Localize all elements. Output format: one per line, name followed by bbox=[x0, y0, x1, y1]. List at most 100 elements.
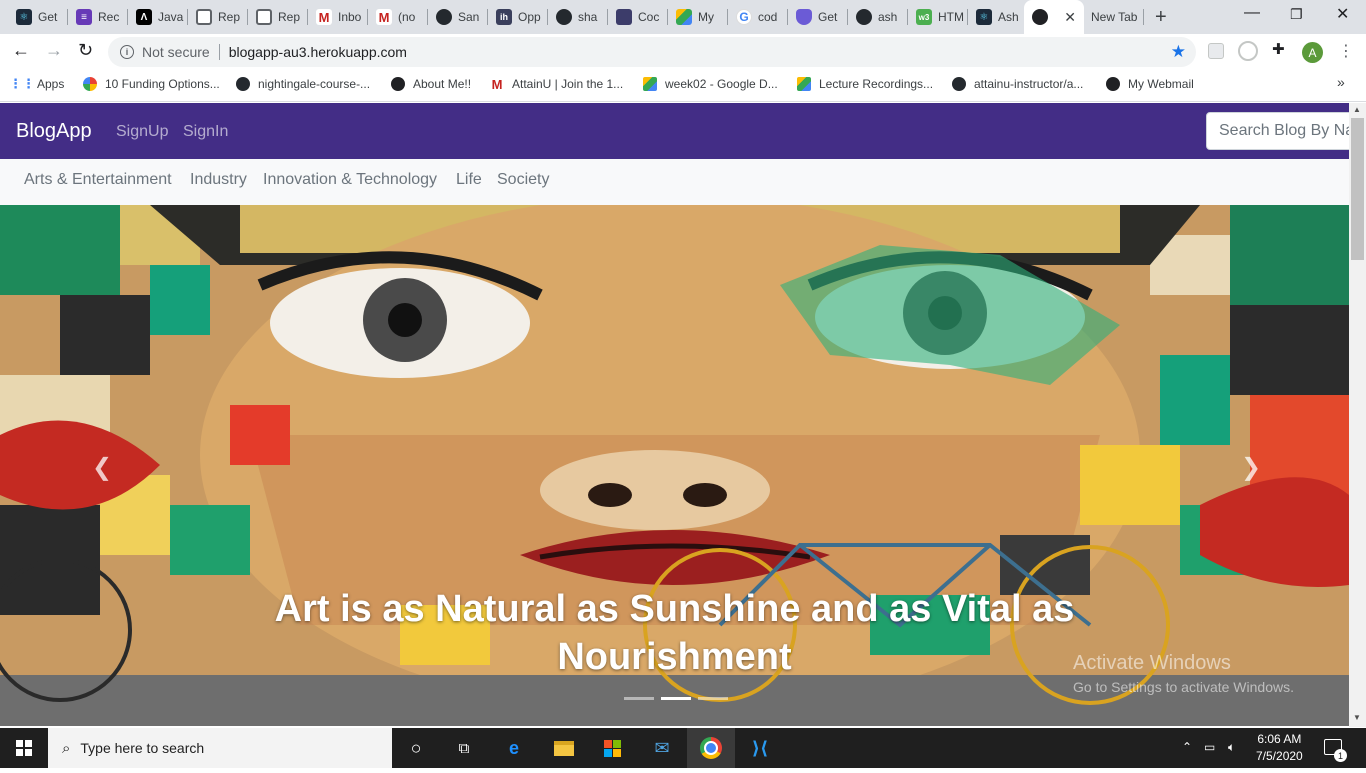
coc-icon bbox=[616, 9, 632, 25]
store-icon[interactable] bbox=[588, 728, 636, 768]
minimize-button[interactable]: — bbox=[1244, 4, 1260, 22]
chevron-up-icon[interactable]: ⌃ bbox=[1182, 740, 1192, 754]
browser-tab[interactable]: ≡ Rec bbox=[68, 0, 128, 34]
mail-icon[interactable]: ✉ bbox=[638, 728, 686, 768]
bookmark-item[interactable]: My Webmail bbox=[1106, 77, 1194, 91]
bookmark-item[interactable]: nightingale-course-... bbox=[236, 77, 370, 91]
browser-tab[interactable]: Coc bbox=[608, 0, 668, 34]
puzzle-icon[interactable]: ✚ bbox=[1272, 40, 1288, 58]
task-view-icon[interactable]: ⧉ bbox=[440, 728, 488, 768]
taskbar-search[interactable]: ⌕ Type here to search bbox=[48, 728, 392, 768]
drive-icon bbox=[643, 77, 657, 91]
edge-icon[interactable]: e bbox=[490, 728, 538, 768]
browser-tab[interactable]: My bbox=[668, 0, 728, 34]
cortana-icon[interactable]: ○ bbox=[392, 728, 440, 768]
chrome-icon[interactable] bbox=[687, 728, 735, 768]
browser-tab-active[interactable]: ✕ bbox=[1024, 0, 1084, 34]
html-icon: w3 bbox=[916, 9, 932, 25]
browser-tab[interactable]: Rep bbox=[188, 0, 248, 34]
category-society[interactable]: Society bbox=[497, 171, 549, 189]
category-life[interactable]: Life bbox=[456, 171, 482, 189]
category-arts[interactable]: Arts & Entertainment bbox=[24, 171, 172, 189]
back-button[interactable]: ← bbox=[12, 40, 30, 61]
network-icon[interactable]: ▭ bbox=[1204, 740, 1215, 754]
bookmark-apps[interactable]: ⋮⋮ Apps bbox=[9, 76, 64, 91]
file-explorer-icon[interactable] bbox=[540, 728, 588, 768]
tab-label: Get bbox=[38, 10, 58, 24]
carousel-indicator[interactable] bbox=[624, 697, 654, 700]
signup-link[interactable]: SignUp bbox=[116, 123, 168, 141]
start-button[interactable] bbox=[0, 728, 48, 768]
carousel-indicator[interactable] bbox=[698, 697, 728, 700]
browser-tab[interactable]: New Tab bbox=[1084, 0, 1144, 34]
browser-tab[interactable]: ih Opp bbox=[488, 0, 548, 34]
close-tab-icon[interactable]: ✕ bbox=[1064, 9, 1076, 26]
volume-icon[interactable]: 🔈︎ bbox=[1228, 740, 1235, 755]
bookmark-item[interactable]: attainu-instructor/a... bbox=[952, 77, 1083, 91]
gmail-icon: M bbox=[316, 9, 332, 25]
reload-button[interactable]: ↻ bbox=[78, 40, 93, 61]
address-bar[interactable]: i Not secure blogapp-au3.herokuapp.com ★ bbox=[108, 37, 1196, 67]
scroll-down-icon[interactable]: ▼ bbox=[1353, 713, 1361, 722]
new-tab-button[interactable]: + bbox=[1155, 6, 1167, 29]
tab-label: sha bbox=[578, 10, 598, 24]
tab-label: HTM bbox=[938, 10, 964, 24]
replit-icon bbox=[196, 9, 212, 25]
url-text[interactable]: blogapp-au3.herokuapp.com bbox=[229, 44, 407, 60]
notification-badge: 1 bbox=[1334, 749, 1347, 762]
drive-icon bbox=[797, 77, 811, 91]
brand-logo[interactable]: BlogApp bbox=[16, 120, 92, 143]
drive-icon bbox=[676, 9, 692, 25]
github-icon bbox=[436, 9, 452, 25]
security-label: Not secure bbox=[142, 44, 210, 60]
profile-avatar[interactable]: A bbox=[1302, 42, 1323, 63]
carousel-indicators bbox=[624, 697, 728, 700]
signin-link[interactable]: SignIn bbox=[183, 123, 228, 141]
bookmark-item[interactable]: 10 Funding Options... bbox=[83, 77, 220, 91]
tab-label: New Tab bbox=[1091, 10, 1138, 24]
windows-taskbar: ⌕ Type here to search ○ ⧉ e ✉ ⟩⟨ ⌃ ▭ 🔈︎ … bbox=[0, 728, 1366, 768]
system-clock[interactable]: 6:06 AM 7/5/2020 bbox=[1256, 731, 1303, 765]
extension-icon[interactable] bbox=[1238, 41, 1258, 61]
info-icon[interactable]: i bbox=[120, 45, 134, 59]
browser-toolbar: ← → ↻ i Not secure blogapp-au3.herokuapp… bbox=[0, 34, 1366, 70]
menu-icon[interactable]: ⋮ bbox=[1338, 41, 1354, 61]
bookmark-item[interactable]: M AttainU | Join the 1... bbox=[490, 77, 623, 92]
vscode-icon[interactable]: ⟩⟨ bbox=[736, 728, 784, 768]
browser-tab[interactable]: M (no bbox=[368, 0, 428, 34]
browser-tab[interactable]: ⚛ Get bbox=[8, 0, 68, 34]
replit-icon bbox=[256, 9, 272, 25]
scroll-thumb[interactable] bbox=[1351, 118, 1364, 260]
blog-search-input[interactable] bbox=[1206, 112, 1349, 150]
scroll-up-icon[interactable]: ▲ bbox=[1353, 105, 1361, 114]
page-scrollbar[interactable]: ▲ ▼ bbox=[1349, 103, 1366, 727]
github-icon bbox=[556, 9, 572, 25]
carousel-indicator-active[interactable] bbox=[661, 697, 691, 700]
bookmark-item[interactable]: About Me!! bbox=[391, 77, 471, 91]
browser-tab[interactable]: sha bbox=[548, 0, 608, 34]
restore-button[interactable]: ❐ bbox=[1290, 6, 1303, 23]
activate-windows-watermark: Activate Windows Go to Settings to activ… bbox=[1073, 652, 1294, 695]
browser-tab[interactable]: Rep bbox=[248, 0, 308, 34]
browser-tab[interactable]: w3 HTM bbox=[908, 0, 968, 34]
forward-button[interactable]: → bbox=[45, 40, 63, 61]
bookmark-item[interactable]: Lecture Recordings... bbox=[797, 77, 933, 91]
pinwheel-icon bbox=[83, 77, 97, 91]
bookmark-star-icon[interactable]: ★ bbox=[1171, 42, 1186, 62]
category-innovation[interactable]: Innovation & Technology bbox=[263, 171, 437, 189]
browser-tab[interactable]: Get bbox=[788, 0, 848, 34]
extension-icon[interactable] bbox=[1208, 43, 1224, 59]
browser-tab[interactable]: Λ Java bbox=[128, 0, 188, 34]
close-window-button[interactable]: ✕ bbox=[1336, 4, 1349, 24]
browser-tab[interactable]: ash bbox=[848, 0, 908, 34]
browser-tab[interactable]: ⚛ Ash bbox=[968, 0, 1024, 34]
github-icon bbox=[856, 9, 872, 25]
browser-tab[interactable]: M Inbo bbox=[308, 0, 368, 34]
browser-tab[interactable]: San bbox=[428, 0, 488, 34]
category-bar: Arts & Entertainment Industry Innovation… bbox=[0, 159, 1349, 205]
gmail-icon: M bbox=[376, 9, 392, 25]
bookmark-item[interactable]: week02 - Google D... bbox=[643, 77, 778, 91]
category-industry[interactable]: Industry bbox=[190, 171, 247, 189]
more-bookmarks-icon[interactable]: » bbox=[1337, 74, 1345, 90]
browser-tab[interactable]: G cod bbox=[728, 0, 788, 34]
